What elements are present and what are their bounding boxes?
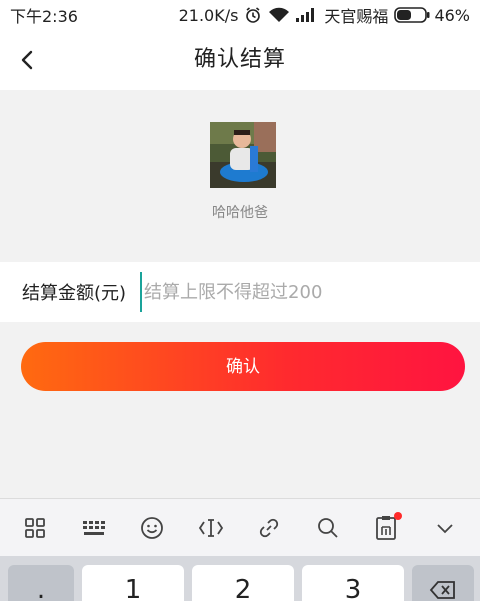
link-icon[interactable] <box>249 508 289 548</box>
page-title: 确认结算 <box>193 47 286 72</box>
profile-section: 哈哈他爸 <box>0 90 480 262</box>
amount-input[interactable] <box>140 272 480 312</box>
amount-label: 结算金额(元) <box>22 283 127 304</box>
amount-row: 结算金额(元) <box>0 262 480 322</box>
wifi-icon <box>268 7 290 23</box>
avatar <box>210 122 276 188</box>
keyboard-icon[interactable] <box>74 508 114 548</box>
carrier-name: 天官赐福 <box>324 7 389 26</box>
search-icon[interactable] <box>308 508 348 548</box>
keyboard-keys: . 1 2 3 <box>0 556 480 601</box>
status-bar: 下午2:36 21.0K/s 天官赐福 46% <box>0 0 480 30</box>
battery: 46% <box>394 6 470 25</box>
backspace-icon <box>429 581 455 599</box>
confirm-button[interactable]: 确认 <box>21 342 465 391</box>
cursor-icon[interactable] <box>191 508 231 548</box>
network-speed: 21.0K/s <box>178 5 239 25</box>
backspace-key[interactable] <box>412 565 474 601</box>
grid-icon[interactable] <box>15 508 55 548</box>
key-dot[interactable]: . <box>8 565 74 601</box>
keyboard-toolbar <box>0 498 480 556</box>
battery-icon <box>394 7 430 23</box>
key-3[interactable]: 3 <box>302 565 404 601</box>
clipboard-icon[interactable] <box>366 508 406 548</box>
status-right: 21.0K/s 天官赐福 46% <box>179 3 470 27</box>
back-button[interactable] <box>10 42 46 78</box>
chevron-down-icon[interactable] <box>425 508 465 548</box>
back-arrow-icon <box>21 50 33 70</box>
notification-dot <box>394 511 403 520</box>
key-2[interactable]: 2 <box>192 565 294 601</box>
key-1[interactable]: 1 <box>82 565 184 601</box>
status-time: 下午2:36 <box>10 7 78 26</box>
alarm-icon <box>244 6 262 24</box>
signal-icon <box>296 8 318 22</box>
emoji-icon[interactable] <box>132 508 172 548</box>
screen: 下午2:36 21.0K/s 天官赐福 46% 确认结算 哈哈他爸 结算金额(元… <box>0 0 480 601</box>
title-bar: 确认结算 <box>0 30 480 90</box>
username: 哈哈他爸 <box>212 205 268 221</box>
battery-level: 46% <box>434 5 470 25</box>
